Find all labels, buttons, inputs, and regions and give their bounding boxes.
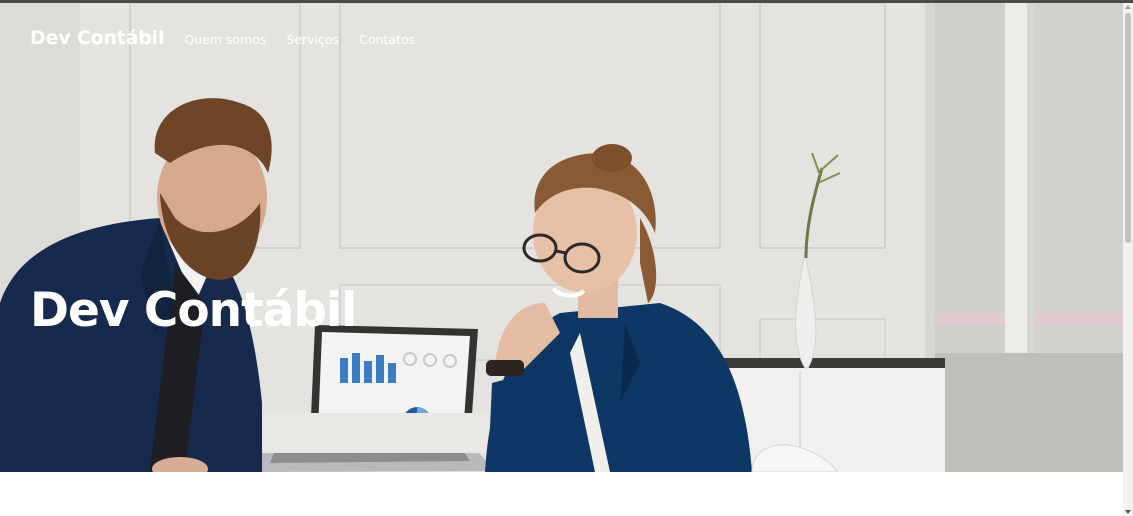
nav-item-servicos: Serviços <box>286 29 339 47</box>
vertical-scrollbar[interactable] <box>1123 3 1133 516</box>
nav-link-servicos[interactable]: Serviços <box>286 32 339 47</box>
page: Dev Contábil Quem somos Serviços Contato… <box>0 3 1123 516</box>
top-navbar: Dev Contábil Quem somos Serviços Contato… <box>30 23 435 53</box>
nav-links: Quem somos Serviços Contatos <box>184 29 435 47</box>
nav-link-quem-somos[interactable]: Quem somos <box>184 32 266 47</box>
scrollbar-thumb[interactable] <box>1125 13 1131 243</box>
hero-section: Dev Contábil Quem somos Serviços Contato… <box>0 3 1123 472</box>
nav-link-contatos[interactable]: Contatos <box>359 32 415 47</box>
scroll-up-arrow-icon[interactable] <box>1125 5 1131 9</box>
hero-title: Dev Contábil <box>30 283 357 338</box>
nav-item-quem-somos: Quem somos <box>184 29 266 47</box>
hero-photo <box>0 3 1123 472</box>
scroll-down-arrow-icon[interactable] <box>1125 510 1131 514</box>
nav-item-contatos: Contatos <box>359 29 415 47</box>
brand-logo-link[interactable]: Dev Contábil <box>30 27 165 49</box>
